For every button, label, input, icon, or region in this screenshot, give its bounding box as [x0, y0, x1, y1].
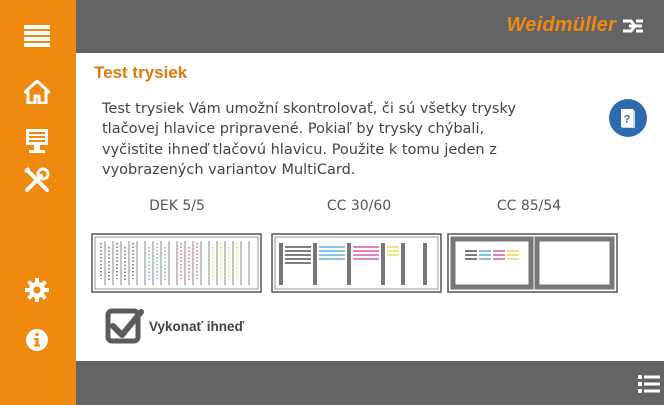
card-dek-5-5[interactable]: [91, 233, 262, 293]
display-button[interactable]: [16, 123, 58, 159]
menu-button[interactable]: [16, 18, 58, 54]
weidmuller-logo-icon: [623, 19, 643, 32]
help-button[interactable]: ?: [609, 99, 647, 137]
home-button[interactable]: [16, 74, 58, 110]
page-description: Test trysiek Vám umožní skontrolovať, či…: [102, 101, 516, 178]
content-area: Test trysiek Test trysiek Vám umožní sko…: [76, 53, 664, 361]
menu-icon: [24, 25, 50, 47]
cc3060-nozzle-pattern-image: [271, 233, 442, 293]
tools-button[interactable]: [16, 162, 58, 198]
brand-logo: Weidmüller: [507, 14, 644, 37]
sidebar: [0, 0, 76, 405]
home-icon: [24, 80, 50, 104]
execute-now-label: Vykonať ihneď: [149, 318, 245, 334]
help-book-icon: ?: [621, 109, 635, 128]
execute-now-checkbox[interactable]: Vykonať ihneď: [105, 306, 244, 346]
checkbox-checked-icon: [105, 308, 144, 344]
info-icon: [26, 329, 48, 351]
list-button[interactable]: [638, 374, 660, 394]
card-label-cc8554: CC 85/54: [496, 198, 562, 214]
tools-icon: [23, 166, 50, 192]
settings-button[interactable]: [16, 272, 58, 308]
info-button[interactable]: [16, 322, 58, 358]
card-label-cc3060: CC 30/60: [326, 198, 392, 214]
card-cc-85-54[interactable]: [447, 233, 618, 293]
bottom-bar: [76, 361, 664, 405]
card-label-dek: DEK 5/5: [149, 198, 205, 214]
brand-name: Weidmüller: [506, 14, 616, 36]
svg-text:?: ?: [624, 114, 631, 126]
gear-icon: [25, 278, 49, 302]
list-icon: [638, 375, 660, 393]
card-cc-30-60[interactable]: [271, 233, 442, 293]
monitor-icon: [26, 129, 48, 153]
dek-nozzle-pattern-image: [91, 233, 262, 293]
cc8554-nozzle-pattern-image: [447, 233, 618, 293]
top-bar: Weidmüller: [76, 0, 664, 53]
page-title: Test trysiek: [94, 63, 188, 82]
